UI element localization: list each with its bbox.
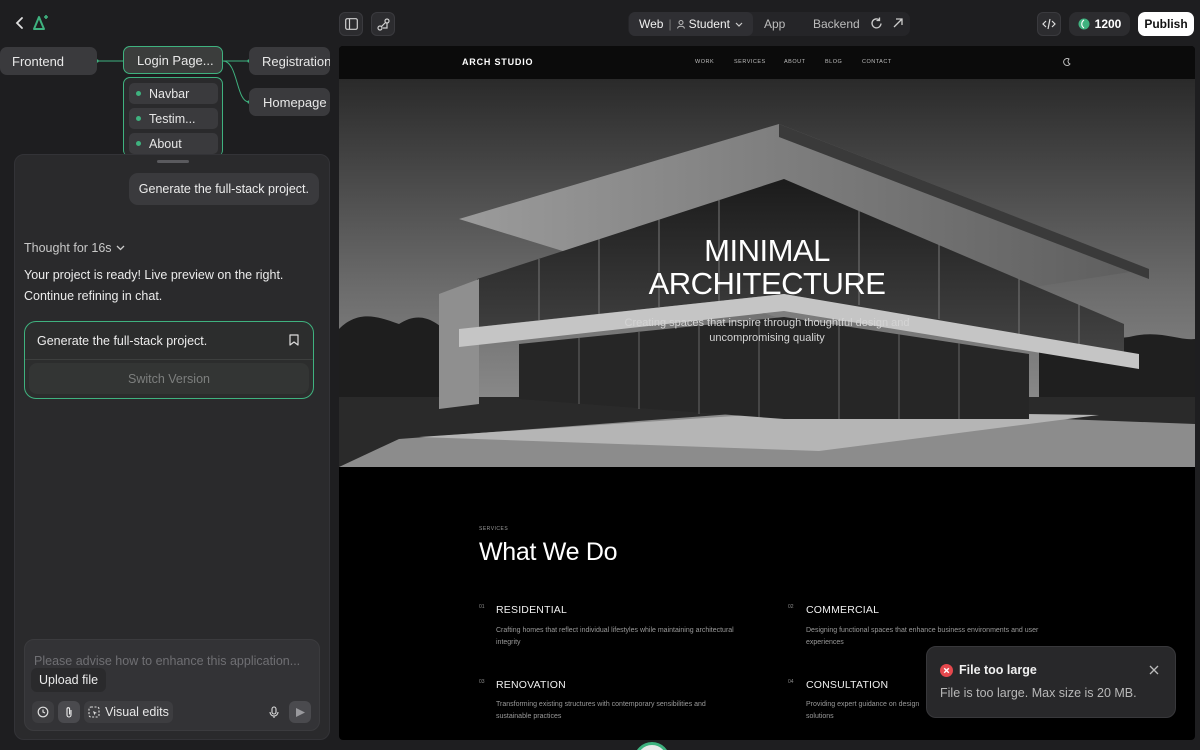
flow-subnode-testimonials-label: Testim... (149, 111, 196, 126)
hero-subtitle-line-1: Creating spaces that inspire through tho… (624, 317, 910, 329)
live-preview[interactable]: ARCH STUDIO WORK SERVICES ABOUT BLOG CON… (339, 46, 1195, 740)
service-number: 03 (479, 679, 485, 685)
thought-label: Thought for 16s (24, 241, 112, 255)
service-description-line: Crafting homes that reflect individual l… (496, 627, 734, 634)
floating-badge-icon[interactable] (634, 742, 670, 750)
flow-graph-icon[interactable] (371, 12, 395, 36)
service-description-line: Transforming existing structures with co… (496, 701, 706, 708)
service-title: RENOVATION (496, 679, 566, 691)
send-icon (295, 707, 305, 717)
error-icon (940, 664, 953, 677)
bookmark-icon[interactable] (289, 334, 299, 346)
flow-node-homepage-label: Homepage (263, 94, 327, 110)
sidebar-toggle-icon[interactable] (339, 12, 363, 36)
error-toast: File too large File is too large. Max si… (926, 646, 1176, 718)
assistant-reply-line-1: Your project is ready! Live preview on t… (24, 268, 284, 282)
theme-toggle-icon[interactable] (1063, 58, 1071, 66)
tab-app-label: App (764, 17, 786, 31)
hero-subtitle: Creating spaces that inspire through tho… (339, 316, 1195, 346)
toast-title: File too large (959, 663, 1037, 677)
top-bar: Web | Student App Backend 1200 Publish (0, 0, 1200, 46)
divider (25, 359, 313, 360)
service-description-line: integrity (496, 639, 521, 646)
thought-toggle[interactable]: Thought for 16s (24, 241, 125, 255)
flow-node-frontend-label: Frontend (12, 53, 65, 69)
chat-panel: Generate the full-stack project. Thought… (14, 154, 330, 740)
microphone-icon[interactable] (269, 706, 279, 719)
flow-subnode-testimonials[interactable]: Testim... (129, 108, 218, 129)
version-title: Generate the full-stack project. (37, 334, 208, 348)
service-description-line: Designing functional spaces that enhance… (806, 627, 1039, 634)
site-nav-work[interactable]: WORK (695, 59, 714, 65)
chevron-down-icon (116, 245, 125, 251)
service-title: RESIDENTIAL (496, 604, 568, 616)
tab-app[interactable]: App (764, 12, 785, 36)
tab-web[interactable]: Web | Student (629, 12, 753, 36)
site-navbar: ARCH STUDIO WORK SERVICES ABOUT BLOG CON… (339, 46, 1195, 79)
flow-subnode-about[interactable]: About (129, 133, 218, 154)
chat-input[interactable]: Please advise how to enhance this applic… (24, 639, 320, 731)
chevron-down-icon (735, 22, 743, 27)
refresh-icon[interactable] (870, 17, 883, 30)
history-icon[interactable] (32, 701, 54, 723)
tab-web-label: Web (639, 17, 664, 31)
switch-version-button[interactable]: Switch Version (29, 363, 309, 394)
flow-node-registration-label: Registration. (262, 53, 330, 69)
user-message: Generate the full-stack project. (128, 173, 319, 205)
service-title: COMMERCIAL (806, 604, 880, 616)
site-nav-blog[interactable]: BLOG (825, 59, 842, 65)
resize-handle[interactable] (157, 160, 189, 163)
version-card: Generate the full-stack project. Switch … (24, 321, 314, 399)
flow-node-registration[interactable]: Registration. (249, 47, 330, 75)
site-nav-services[interactable]: SERVICES (734, 59, 766, 65)
user-icon (676, 19, 685, 29)
service-number: 01 (479, 604, 485, 610)
visual-edits-label: Visual edits (105, 705, 169, 719)
send-button[interactable] (289, 701, 311, 723)
service-description: Crafting homes that reflect individual l… (496, 625, 766, 649)
section-title: What We Do (479, 538, 618, 566)
service-description: Transforming existing structures with co… (496, 699, 766, 723)
tab-backend[interactable]: Backend (813, 12, 860, 36)
credits-badge[interactable]: 1200 (1069, 12, 1130, 36)
publish-button[interactable]: Publish (1138, 12, 1194, 36)
service-title: CONSULTATION (806, 679, 889, 691)
chat-input-placeholder: Please advise how to enhance this applic… (34, 654, 301, 668)
flow-node-login[interactable]: Login Page... (123, 46, 223, 74)
hero-title-line-1: MINIMAL (704, 233, 830, 268)
credits-value: 1200 (1094, 17, 1122, 31)
login-subcomponents: Navbar Testim... About (123, 77, 223, 157)
service-number: 02 (788, 604, 794, 610)
hero-section: MINIMAL ARCHITECTURE Creating spaces tha… (339, 79, 1195, 467)
code-toggle-icon[interactable] (1037, 12, 1061, 36)
site-nav-about[interactable]: ABOUT (784, 59, 805, 65)
site-nav-contact[interactable]: CONTACT (862, 59, 892, 65)
open-external-icon[interactable] (892, 17, 904, 29)
assistant-reply-line-2: Continue refining in chat. (24, 288, 163, 303)
flow-node-frontend[interactable]: Frontend (0, 47, 97, 75)
services-eyebrow: SERVICES (479, 526, 509, 532)
flow-subnode-navbar[interactable]: Navbar (129, 83, 218, 104)
visual-edits-icon (88, 706, 100, 718)
assistant-reply: Your project is ready! Live preview on t… (24, 265, 314, 306)
service-number: 04 (788, 679, 794, 685)
tab-backend-label: Backend (813, 17, 860, 31)
close-icon[interactable] (1149, 665, 1159, 675)
tab-student-label: Student (688, 17, 730, 31)
flow-node-homepage[interactable]: Homepage (249, 88, 330, 116)
toast-message: File is too large. Max size is 20 MB. (940, 686, 1137, 700)
flow-subnode-navbar-label: Navbar (149, 86, 190, 101)
flow-subnode-about-label: About (149, 136, 182, 151)
service-description-line: sustainable practices (496, 713, 562, 720)
flow-node-login-label: Login Page... (137, 52, 214, 68)
back-icon[interactable] (14, 16, 26, 30)
site-brand[interactable]: ARCH STUDIO (462, 57, 533, 67)
attach-icon[interactable] (58, 701, 80, 723)
hero-subtitle-line-2: uncompromising quality (709, 332, 825, 344)
upload-file-tooltip: Upload file (31, 668, 107, 692)
app-logo-icon[interactable] (32, 15, 50, 31)
hero-title-line-2: ARCHITECTURE (648, 266, 886, 301)
visual-edits-button[interactable]: Visual edits (84, 701, 173, 723)
credits-coin-icon (1078, 18, 1090, 30)
